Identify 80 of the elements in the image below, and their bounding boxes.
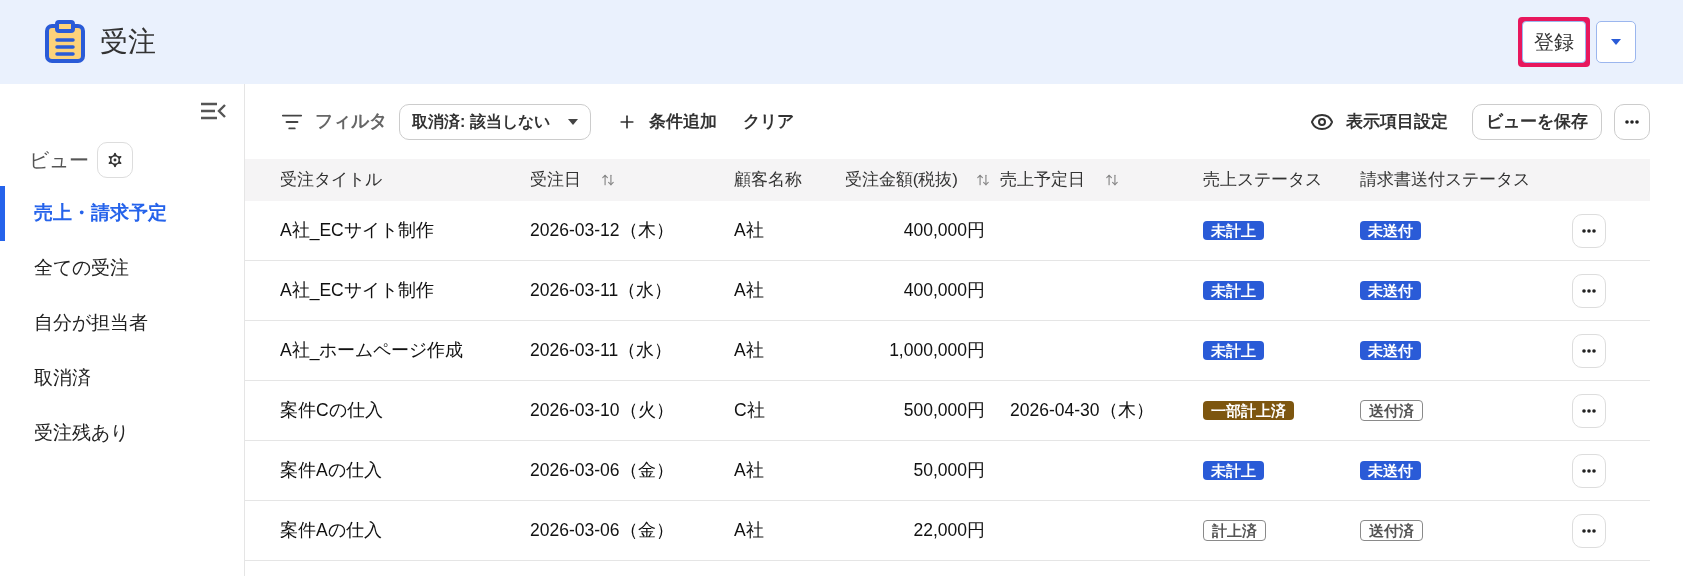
column-header: 受注金額(税抜): [844, 169, 958, 192]
row-more-button[interactable]: [1572, 513, 1606, 548]
collapse-sidebar-icon[interactable]: [200, 102, 226, 120]
status-badge: 未送付: [1360, 341, 1421, 361]
table-cell-text: 50,000円: [913, 459, 986, 483]
table-cell-text: 2026-03-06（金）: [530, 519, 674, 543]
settings-icon: [105, 150, 125, 170]
table-cell-text: A社_ECサイト制作: [280, 279, 434, 303]
sort-icon[interactable]: [976, 173, 990, 187]
row-more-button[interactable]: [1572, 453, 1606, 488]
column-header: 顧客名称: [734, 169, 802, 192]
column-header: 受注日: [530, 169, 581, 192]
sidebar-item[interactable]: 全ての受注: [0, 241, 244, 296]
row-more-button[interactable]: [1572, 333, 1606, 368]
table-cell-text: C社: [734, 399, 765, 423]
register-button[interactable]: 登録: [1522, 21, 1586, 63]
status-badge: 送付済: [1360, 520, 1423, 542]
table-cell-text: 1,000,000円: [889, 339, 986, 363]
add-condition-button[interactable]: 条件追加: [616, 108, 717, 135]
view-settings-button[interactable]: [97, 142, 133, 178]
sidebar-item[interactable]: 受注残あり: [0, 406, 244, 461]
status-badge: 未計上: [1203, 461, 1264, 481]
table-cell-text: 2026-03-10（火）: [530, 399, 674, 423]
table-cell-text: 案件Cの仕入: [280, 399, 383, 423]
table-cell-text: A社: [734, 279, 764, 303]
table-cell-text: A社: [734, 339, 764, 363]
more-icon: [1582, 468, 1596, 473]
status-badge: 未計上: [1203, 341, 1264, 361]
page-title: 受注: [100, 25, 156, 59]
more-icon: [1625, 119, 1639, 124]
table-cell-text: 2026-03-06（金）: [530, 459, 674, 483]
sidebar-item[interactable]: 自分が担当者: [0, 296, 244, 351]
row-more-button[interactable]: [1572, 273, 1606, 308]
more-button[interactable]: [1614, 103, 1650, 140]
more-icon: [1582, 228, 1596, 233]
save-view-button[interactable]: ビューを保存: [1472, 103, 1602, 140]
sidebar-item[interactable]: 取消済: [0, 351, 244, 406]
more-icon: [1582, 528, 1596, 533]
status-badge: 計上済: [1203, 520, 1266, 542]
table-cell-text: A社_ホームページ作成: [280, 339, 464, 363]
sidebar-heading: ビュー: [29, 148, 89, 173]
table-cell-text: 案件Aの仕入: [280, 519, 382, 543]
clear-button[interactable]: クリア: [742, 108, 794, 135]
column-header: 売上予定日: [1000, 169, 1085, 192]
table-cell-text: A社_ECサイト制作: [280, 219, 434, 243]
table-cell-text: 400,000円: [903, 219, 986, 243]
sort-icon[interactable]: [1105, 173, 1119, 187]
status-badge: 未送付: [1360, 461, 1421, 481]
column-header: 売上ステータス: [1203, 169, 1322, 192]
clipboard-icon: [44, 20, 86, 64]
caret-icon: [567, 118, 578, 125]
row-more-button[interactable]: [1572, 393, 1606, 428]
table-cell-text: A社: [734, 519, 764, 543]
more-icon: [1582, 348, 1596, 353]
table-cell-text: 案件Aの仕入: [280, 459, 382, 483]
column-settings-button[interactable]: 表示項目設定: [1310, 108, 1448, 135]
table-cell-text: 500,000円: [903, 399, 986, 423]
filter-label: フィルタ: [315, 110, 387, 133]
table-cell: 2026-04-30（木）: [1010, 400, 1154, 421]
status-badge: 未送付: [1360, 221, 1421, 241]
caret-icon: [1611, 39, 1621, 45]
status-badge: 未送付: [1360, 281, 1421, 301]
filter-chip[interactable]: 取消済: 該当しない: [399, 103, 591, 140]
table-cell-text: 2026-03-11（水）: [530, 339, 673, 363]
column-header: 請求書送付ステータス: [1360, 169, 1530, 192]
column-header: 受注タイトル: [280, 169, 382, 192]
status-badge: 送付済: [1360, 400, 1423, 422]
table-cell-text: 22,000円: [913, 519, 986, 543]
row-more-button[interactable]: [1572, 213, 1606, 248]
table-cell-text: 400,000円: [903, 279, 986, 303]
table-cell-text: A社: [734, 219, 764, 243]
status-badge: 未計上: [1203, 281, 1264, 301]
table-cell-text: 2026-03-12（木）: [530, 219, 674, 243]
status-badge: 一部計上済: [1203, 401, 1294, 421]
more-icon: [1582, 408, 1596, 413]
sort-icon[interactable]: [601, 173, 615, 187]
table-cell-text: A社: [734, 459, 764, 483]
table-cell-text: 2026-03-11（水）: [530, 279, 673, 303]
status-badge: 未計上: [1203, 221, 1264, 241]
more-icon: [1582, 288, 1596, 293]
